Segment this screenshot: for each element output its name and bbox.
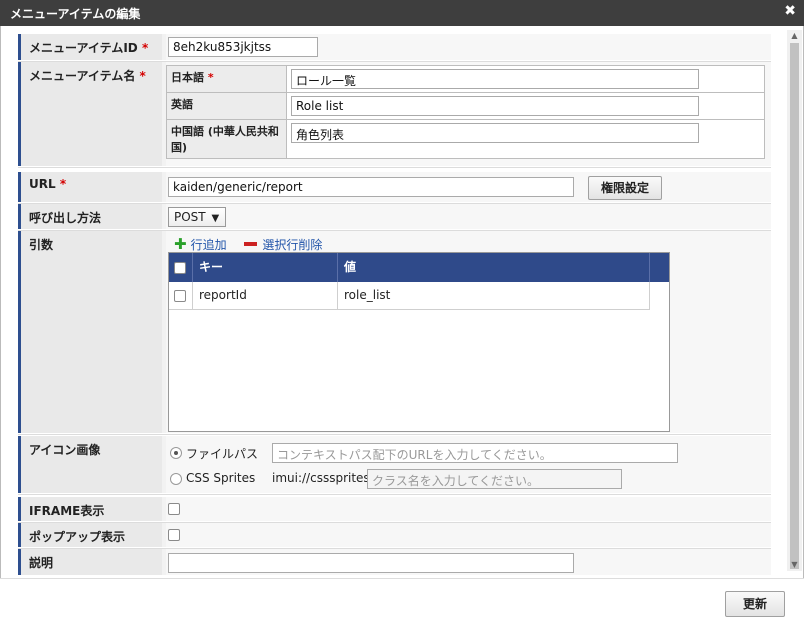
grid-toolbar: ✚ 行追加 選択行削除: [174, 235, 322, 253]
option-file-path-label[interactable]: ファイルパス: [186, 445, 258, 462]
chevron-down-icon: ▼: [211, 213, 220, 224]
field-label-call-method: 呼び出し方法: [18, 204, 162, 229]
close-icon[interactable]: ✖: [784, 3, 796, 19]
call-method-value: POST: [174, 210, 206, 224]
field-row-popup-display: ポップアップ表示: [18, 523, 771, 547]
name-input-zh[interactable]: 角色列表: [291, 123, 699, 143]
field-row-url: URL * kaiden/generic/report 権限設定: [18, 172, 771, 202]
update-button[interactable]: 更新: [725, 591, 785, 617]
field-label-icon-image: アイコン画像: [18, 436, 162, 493]
language-name-en: 英語: [171, 98, 193, 111]
radio-file-path[interactable]: [170, 447, 182, 459]
minus-icon: [244, 242, 258, 246]
css-class-input[interactable]: クラス名を入力してください。: [367, 469, 622, 489]
url-input[interactable]: kaiden/generic/report: [168, 177, 574, 197]
required-marker: *: [139, 69, 146, 83]
field-label-url: URL *: [18, 172, 162, 202]
scrollbar-thumb[interactable]: [790, 43, 799, 569]
field-row-call-method: 呼び出し方法 POST ▼: [18, 204, 771, 229]
field-row-arguments: 引数 ✚ 行追加 選択行削除 キー 値 reportId role_list: [18, 231, 771, 433]
field-label-iframe-display: IFRAME表示: [18, 497, 162, 521]
required-marker: *: [59, 177, 67, 191]
field-label-arguments: 引数: [18, 231, 162, 433]
language-row-en: 英語 Role list: [166, 92, 765, 120]
required-marker: *: [141, 41, 149, 55]
required-marker: *: [207, 71, 214, 84]
field-row-iframe-display: IFRAME表示: [18, 497, 771, 521]
file-path-input[interactable]: コンテキストパス配下のURLを入力してください。: [272, 443, 678, 463]
language-row-zh: 中国語 (中華人民共和国) 角色列表: [166, 119, 765, 159]
name-input-en[interactable]: Role list: [291, 96, 699, 116]
dialog-title: メニューアイテムの編集: [10, 7, 141, 21]
description-input[interactable]: [168, 553, 574, 573]
field-label-popup-display: ポップアップ表示: [18, 523, 162, 547]
radio-css-sprites[interactable]: [170, 473, 182, 485]
field-label-description: 説明: [18, 549, 162, 575]
grid-header: キー 値: [169, 253, 669, 282]
select-all-checkbox[interactable]: [174, 261, 186, 274]
field-label-menu-item-id: メニューアイテムID *: [18, 34, 162, 60]
popup-display-checkbox[interactable]: [168, 529, 180, 541]
field-row-description: 説明: [18, 549, 771, 575]
arguments-grid: キー 値 reportId role_list: [168, 252, 670, 432]
grid-cell-value[interactable]: role_list: [338, 282, 650, 309]
language-name-ja: 日本語: [171, 71, 204, 84]
dialog-titlebar: メニューアイテムの編集 ✖: [0, 0, 804, 26]
field-row-menu-item-name: メニューアイテム名 * 日本語 * ロール一覧 英語 Role list 中国語…: [18, 62, 771, 166]
permission-settings-button[interactable]: 権限設定: [588, 176, 662, 200]
scroll-down-icon[interactable]: ▼: [787, 559, 802, 571]
field-label-menu-item-name: メニューアイテム名 *: [18, 62, 162, 166]
grid-cell-key[interactable]: reportId: [193, 282, 338, 309]
option-css-sprites-label[interactable]: CSS Sprites: [186, 471, 255, 485]
vertical-scrollbar[interactable]: ▲ ▼: [787, 30, 802, 571]
grid-column-key[interactable]: キー: [193, 253, 338, 282]
name-input-ja[interactable]: ロール一覧: [291, 69, 699, 89]
field-row-icon-image: アイコン画像 ファイルパス コンテキストパス配下のURLを入力してください。 C…: [18, 436, 771, 493]
sprites-prefix: imui://csssprites/: [272, 471, 374, 485]
field-row-menu-item-id: メニューアイテムID * 8eh2ku853jkjtss: [18, 34, 771, 60]
language-row-ja: 日本語 * ロール一覧: [166, 65, 765, 93]
plus-icon: ✚: [174, 235, 187, 253]
call-method-select[interactable]: POST ▼: [168, 207, 226, 227]
grid-column-value[interactable]: 値: [338, 253, 650, 282]
language-name-table: 日本語 * ロール一覧 英語 Role list 中国語 (中華人民共和国) 角…: [166, 65, 765, 159]
add-row-button[interactable]: ✚ 行追加: [174, 235, 227, 253]
row-checkbox[interactable]: [174, 289, 186, 302]
iframe-display-checkbox[interactable]: [168, 503, 180, 515]
language-name-zh: 中国語 (中華人民共和国): [171, 125, 279, 154]
delete-selected-rows-button[interactable]: 選択行削除: [230, 238, 322, 252]
dialog-footer: 更新: [0, 578, 804, 630]
table-row[interactable]: reportId role_list: [169, 282, 650, 310]
scroll-up-icon[interactable]: ▲: [787, 30, 802, 42]
menu-item-id-input[interactable]: 8eh2ku853jkjtss: [168, 37, 318, 57]
